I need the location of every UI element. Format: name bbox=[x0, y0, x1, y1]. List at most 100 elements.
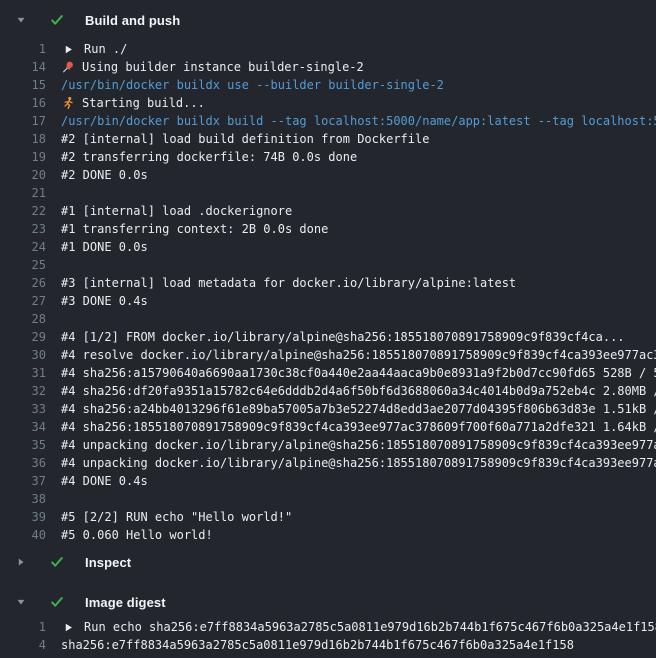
check-icon bbox=[50, 595, 64, 609]
log-line: 23 #1 transferring context: 2B 0.0s done bbox=[0, 220, 656, 238]
line-number[interactable]: 37 bbox=[0, 472, 46, 490]
line-number[interactable]: 18 bbox=[0, 130, 46, 148]
line-content: #3 [internal] load metadata for docker.i… bbox=[61, 274, 516, 292]
line-number[interactable]: 29 bbox=[0, 328, 46, 346]
log-line: 18 #2 [internal] load build definition fr… bbox=[0, 130, 656, 148]
line-number[interactable]: 34 bbox=[0, 418, 46, 436]
line-number[interactable]: 21 bbox=[0, 184, 46, 202]
line-text: #4 DONE 0.4s bbox=[61, 472, 148, 490]
log-line: 40 #5 0.060 Hello world! bbox=[0, 526, 656, 544]
line-text: /usr/bin/docker buildx build --tag local… bbox=[61, 112, 656, 130]
line-number[interactable]: 22 bbox=[0, 202, 46, 220]
line-text: #1 [internal] load .dockerignore bbox=[61, 202, 292, 220]
log-line: 14 Using builder instance builder-single-… bbox=[0, 58, 656, 76]
log-line: 4 sha256:e7ff8834a5963a2785c5a0811e979d16… bbox=[0, 636, 656, 654]
log-line: 15/usr/bin/docker buildx use --builder b… bbox=[0, 76, 656, 94]
line-text: #2 [internal] load build definition from… bbox=[61, 130, 429, 148]
line-number[interactable]: 19 bbox=[0, 148, 46, 166]
line-number[interactable]: 1 bbox=[0, 618, 46, 636]
line-number[interactable]: 28 bbox=[0, 310, 46, 328]
line-number[interactable]: 30 bbox=[0, 346, 46, 364]
line-number[interactable]: 17 bbox=[0, 112, 46, 130]
line-number[interactable]: 16 bbox=[0, 94, 46, 112]
check-icon bbox=[50, 555, 64, 569]
log-line: 28 bbox=[0, 310, 656, 328]
line-number[interactable]: 14 bbox=[0, 58, 46, 76]
line-text: #5 0.060 Hello world! bbox=[61, 526, 213, 544]
line-content: #2 [internal] load build definition from… bbox=[61, 130, 429, 148]
line-text: #4 sha256:185518070891758909c9f839cf4ca3… bbox=[61, 418, 656, 436]
line-number[interactable]: 26 bbox=[0, 274, 46, 292]
line-content: #4 resolve docker.io/library/alpine@sha2… bbox=[61, 346, 656, 364]
line-content: #5 [2/2] RUN echo "Hello world!" bbox=[61, 508, 292, 526]
line-content: #4 DONE 0.4s bbox=[61, 472, 148, 490]
line-number[interactable]: 36 bbox=[0, 454, 46, 472]
section-header-image-digest[interactable]: Image digest bbox=[0, 592, 656, 612]
line-content: #2 transferring dockerfile: 74B 0.0s don… bbox=[61, 148, 357, 166]
log-line: 38 bbox=[0, 490, 656, 508]
line-content: #4 [1/2] FROM docker.io/library/alpine@s… bbox=[61, 328, 625, 346]
line-number[interactable]: 15 bbox=[0, 76, 46, 94]
line-text: sha256:e7ff8834a5963a2785c5a0811e979d16b… bbox=[61, 636, 574, 654]
line-number[interactable]: 20 bbox=[0, 166, 46, 184]
line-number[interactable]: 27 bbox=[0, 292, 46, 310]
log-line: 34 #4 sha256:185518070891758909c9f839cf4c… bbox=[0, 418, 656, 436]
line-content: Starting build... bbox=[61, 94, 205, 112]
line-text: #1 DONE 0.0s bbox=[61, 238, 148, 256]
log-line: 22 #1 [internal] load .dockerignore bbox=[0, 202, 656, 220]
line-text: #4 sha256:df20fa9351a15782c64e6dddb2d4a6… bbox=[61, 382, 656, 400]
line-content: #1 transferring context: 2B 0.0s done bbox=[61, 220, 328, 238]
line-number[interactable]: 40 bbox=[0, 526, 46, 544]
play-icon bbox=[61, 42, 75, 56]
log-line: 24 #1 DONE 0.0s bbox=[0, 238, 656, 256]
line-number[interactable]: 35 bbox=[0, 436, 46, 454]
line-text: #1 transferring context: 2B 0.0s done bbox=[61, 220, 328, 238]
line-text: #4 resolve docker.io/library/alpine@sha2… bbox=[61, 346, 656, 364]
chevron-down-icon[interactable] bbox=[14, 595, 28, 609]
log-section-build-and-push: Build and push1Run ./14Using builder ins… bbox=[0, 10, 656, 544]
log-line: 39 #5 [2/2] RUN echo "Hello world!" bbox=[0, 508, 656, 526]
chevron-down-icon[interactable] bbox=[14, 13, 28, 27]
line-number[interactable]: 32 bbox=[0, 382, 46, 400]
log-line: 21 bbox=[0, 184, 656, 202]
line-content: Using builder instance builder-single-2 bbox=[61, 58, 364, 76]
line-number[interactable]: 4 bbox=[0, 636, 46, 654]
line-text: #4 sha256:a24bb4013296f61e89ba57005a7b3e… bbox=[61, 400, 656, 418]
line-content: #4 sha256:185518070891758909c9f839cf4ca3… bbox=[61, 418, 656, 436]
line-content: #2 DONE 0.0s bbox=[61, 166, 148, 184]
log-line: 26 #3 [internal] load metadata for docker… bbox=[0, 274, 656, 292]
log-line: 27 #3 DONE 0.4s bbox=[0, 292, 656, 310]
line-text: #4 unpacking docker.io/library/alpine@sh… bbox=[61, 436, 656, 454]
line-number[interactable]: 24 bbox=[0, 238, 46, 256]
line-content: Run echo sha256:e7ff8834a5963a2785c5a081… bbox=[61, 618, 656, 636]
log-line: 16 Starting build... bbox=[0, 94, 656, 112]
log-line: 33 #4 sha256:a24bb4013296f61e89ba57005a7b… bbox=[0, 400, 656, 418]
log-section-image-digest: Image digest 1 Run echo sha256:e7ff8834a59… bbox=[0, 592, 656, 654]
line-number[interactable]: 38 bbox=[0, 490, 46, 508]
line-content: #4 sha256:a15790640a6690aa1730c38cf0a440… bbox=[61, 364, 656, 382]
line-content: /usr/bin/docker buildx build --tag local… bbox=[61, 112, 656, 130]
chevron-right-icon[interactable] bbox=[14, 555, 28, 569]
log-line: 20 #2 DONE 0.0s bbox=[0, 166, 656, 184]
section-header-build-and-push[interactable]: Build and push bbox=[0, 10, 656, 30]
runner-icon bbox=[61, 96, 75, 110]
play-icon bbox=[61, 620, 75, 634]
line-content: #4 unpacking docker.io/library/alpine@sh… bbox=[61, 436, 656, 454]
line-number[interactable]: 33 bbox=[0, 400, 46, 418]
line-content: /usr/bin/docker buildx use --builder bui… bbox=[61, 76, 444, 94]
line-content: #4 sha256:df20fa9351a15782c64e6dddb2d4a6… bbox=[61, 382, 656, 400]
log-line: 30 #4 resolve docker.io/library/alpine@sh… bbox=[0, 346, 656, 364]
line-text: #4 sha256:a15790640a6690aa1730c38cf0a440… bbox=[61, 364, 656, 382]
section-header-inspect[interactable]: Inspect bbox=[0, 552, 656, 572]
workflow-log-viewer: Build and push1Run ./14Using builder ins… bbox=[0, 0, 656, 658]
line-text: #4 [1/2] FROM docker.io/library/alpine@s… bbox=[61, 328, 625, 346]
line-number[interactable]: 31 bbox=[0, 364, 46, 382]
line-content: #3 DONE 0.4s bbox=[61, 292, 148, 310]
line-number[interactable]: 23 bbox=[0, 220, 46, 238]
line-number[interactable]: 39 bbox=[0, 508, 46, 526]
check-icon bbox=[50, 13, 64, 27]
line-number[interactable]: 25 bbox=[0, 256, 46, 274]
line-number[interactable]: 1 bbox=[0, 40, 46, 58]
log-line: 1 Run echo sha256:e7ff8834a5963a2785c5a08… bbox=[0, 618, 656, 636]
log-line: 29 #4 [1/2] FROM docker.io/library/alpine… bbox=[0, 328, 656, 346]
